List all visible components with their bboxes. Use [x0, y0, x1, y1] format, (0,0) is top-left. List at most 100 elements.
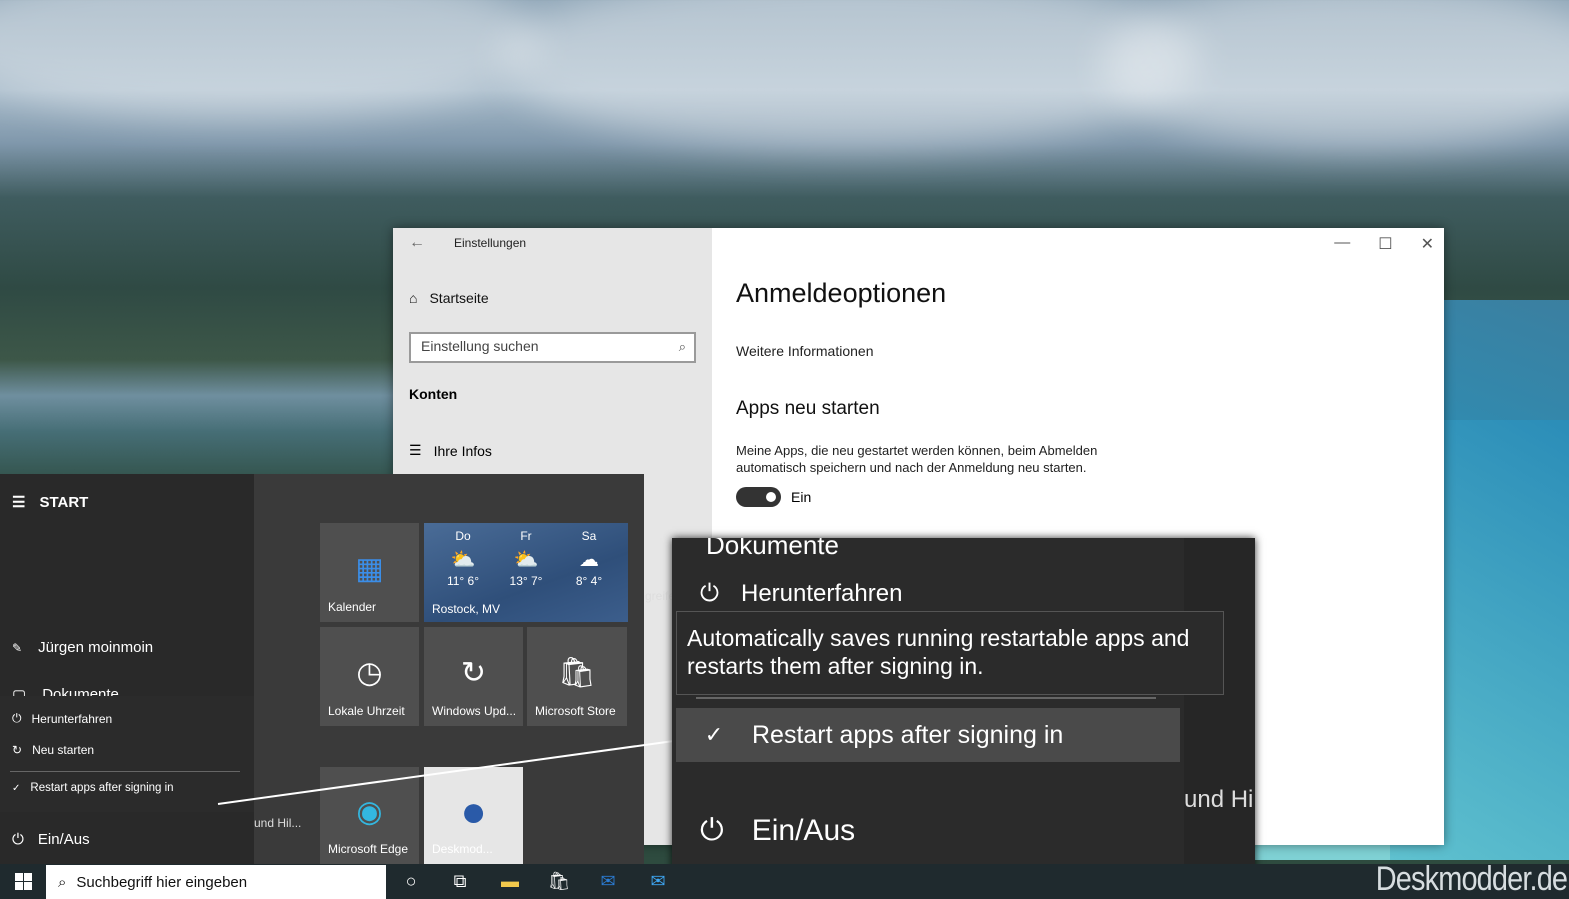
- checkmark-icon: ✓: [12, 782, 21, 794]
- nav-item-your-info[interactable]: ☰ Ihre Infos: [409, 442, 492, 459]
- checkmark-icon: ✓: [704, 722, 724, 747]
- clipped-text: und Hi: [1184, 786, 1254, 813]
- zoom-background: [1184, 538, 1255, 884]
- user-account[interactable]: ✎ Jürgen moinmoin: [12, 639, 153, 656]
- tile-deskmodder[interactable]: ● Deskmod...: [424, 767, 523, 864]
- zoom-documents-label: Dokumente: [706, 538, 839, 560]
- zoom-restart-apps-label: Restart apps after signing in: [752, 720, 1064, 749]
- user-name: Jürgen moinmoin: [38, 639, 154, 656]
- taskbar-search-placeholder: Suchbegriff hier eingeben: [76, 873, 248, 891]
- clipped-text: greife: [645, 589, 676, 603]
- refresh-icon: ↻: [460, 656, 487, 690]
- tile-edge[interactable]: ◉ Microsoft Edge: [320, 767, 419, 864]
- snow-cloud-icon: ☁: [579, 549, 599, 571]
- weather-day: Fr ⛅ 13° 7°: [501, 529, 551, 588]
- globe-clock-icon: ◷: [356, 656, 383, 690]
- tile-microsoft-store[interactable]: 🛍 Microsoft Store: [527, 627, 627, 726]
- start-header[interactable]: ☰ START: [12, 493, 89, 512]
- power-button[interactable]: ⏻ Ein/Aus: [12, 831, 90, 848]
- thunderbird-icon: ●: [460, 786, 487, 836]
- store-icon[interactable]: 🛍: [546, 869, 572, 893]
- start-menu: ☰ START ✎ Jürgen moinmoin ▢ Dokumente ⏻ …: [0, 474, 675, 864]
- calendar-icon: ▦: [355, 552, 384, 586]
- store-bag-icon: 🛍: [557, 656, 597, 690]
- hamburger-icon: ☰: [12, 494, 26, 511]
- restart-icon: ↻: [12, 743, 23, 757]
- back-arrow-icon[interactable]: ←: [409, 234, 425, 252]
- cloud: [1100, 0, 1569, 150]
- outlook-icon[interactable]: ✉: [595, 869, 621, 893]
- cortana-icon[interactable]: ○: [398, 869, 424, 893]
- tile-label: Microsoft Store: [535, 704, 616, 718]
- zoom-callout: Dokumente ⏻ Herunterfahren Automatically…: [672, 538, 1255, 884]
- weather-temp: 8° 4°: [575, 574, 603, 588]
- zoom-power-label: Ein/Aus: [751, 814, 856, 847]
- power-menu-restart-apps[interactable]: ✓ Restart apps after signing in: [12, 782, 174, 794]
- tile-label: Lokale Uhrzeit: [328, 704, 405, 718]
- zoom-restart-apps-item[interactable]: ✓ Restart apps after signing in: [676, 708, 1180, 762]
- power-label: Ein/Aus: [37, 831, 90, 848]
- cloud: [0, 0, 540, 120]
- setting-description: Meine Apps, die neu gestartet werden kön…: [736, 443, 1098, 475]
- power-icon: ⏻: [700, 580, 719, 607]
- weather-temp: 13° 7°: [509, 574, 543, 588]
- restart-apps-toggle[interactable]: [736, 487, 781, 507]
- taskbar-search-input[interactable]: ⌕ Suchbegriff hier eingeben: [46, 865, 386, 899]
- power-menu-shutdown[interactable]: ⏻ Herunterfahren: [12, 711, 112, 726]
- partly-cloudy-icon: ⛅: [513, 549, 539, 571]
- weather-day-label: Fr: [520, 529, 532, 543]
- tile-label: Windows Upd...: [432, 704, 517, 718]
- power-menu: ⏻ Herunterfahren ↻ Neu starten ✓ Restart…: [0, 696, 254, 812]
- settings-search-placeholder: Einstellung suchen: [421, 338, 539, 354]
- power-menu-restart[interactable]: ↻ Neu starten: [12, 743, 94, 757]
- search-icon: ⌕: [678, 339, 686, 354]
- task-view-icon[interactable]: ⧉: [447, 869, 473, 893]
- zoom-shutdown-label: Herunterfahren: [740, 580, 903, 607]
- windows-start-button[interactable]: [0, 864, 46, 899]
- home-icon: ⌂: [409, 290, 418, 306]
- file-explorer-icon[interactable]: ▬: [497, 869, 523, 893]
- nav-item-label: Ihre Infos: [433, 442, 492, 459]
- partly-cloudy-icon: ⛅: [450, 549, 476, 571]
- power-icon: ⏻: [12, 831, 24, 848]
- tile-weather[interactable]: Do ⛅ 11° 6° Fr ⛅ 13° 7° Sa ☁ 8° 4° Rosto…: [424, 523, 628, 622]
- restart-apps-toggle-row: Ein: [736, 487, 811, 507]
- shutdown-label: Herunterfahren: [31, 711, 113, 726]
- start-title: START: [39, 493, 89, 511]
- search-icon: ⌕: [58, 873, 67, 891]
- start-left-column: ☰ START ✎ Jürgen moinmoin ▢ Dokumente ⏻ …: [0, 474, 254, 864]
- tile-label: Kalender: [328, 600, 377, 614]
- user-avatar-icon: ✎: [12, 640, 23, 655]
- nav-home-label: Startseite: [429, 290, 489, 306]
- settings-search-input[interactable]: Einstellung suchen ⌕: [409, 332, 696, 363]
- clipped-text: und Hil...: [254, 816, 302, 830]
- weather-day-label: Do: [455, 529, 471, 543]
- more-info-link[interactable]: Weitere Informationen: [736, 343, 873, 359]
- menu-divider: [10, 771, 240, 772]
- tile-windows-update[interactable]: ↻ Windows Upd...: [424, 627, 523, 726]
- cloud: [500, 0, 1200, 150]
- weather-temp: 11° 6°: [446, 574, 480, 588]
- window-title: Einstellungen: [454, 236, 527, 250]
- zoom-shutdown-item[interactable]: ⏻ Herunterfahren: [700, 580, 902, 608]
- page-title: Anmeldeoptionen: [736, 278, 947, 308]
- taskbar: ⌕ Suchbegriff hier eingeben ○ ⧉ ▬ 🛍 ✉ ✉: [0, 864, 1569, 899]
- section-heading: Apps neu starten: [736, 398, 880, 419]
- restart-label: Neu starten: [32, 743, 95, 757]
- edge-icon: ◉: [356, 795, 383, 829]
- mail-icon[interactable]: ✉: [645, 869, 671, 893]
- tile-clock[interactable]: ◷ Lokale Uhrzeit: [320, 627, 419, 726]
- restart-apps-label: Restart apps after signing in: [30, 782, 174, 794]
- tile-calendar[interactable]: ▦ Kalender: [320, 523, 419, 622]
- weather-day-label: Sa: [581, 529, 597, 543]
- weather-day: Do ⛅ 11° 6°: [438, 529, 488, 588]
- zoom-power-button[interactable]: ⏻ Ein/Aus: [700, 814, 855, 848]
- windows-logo-icon: [14, 873, 32, 890]
- weather-day: Sa ☁ 8° 4°: [564, 529, 614, 588]
- nav-home[interactable]: ⌂ Startseite: [409, 290, 489, 306]
- tile-label: Microsoft Edge: [328, 842, 409, 856]
- power-icon: ⏻: [12, 711, 22, 725]
- person-list-icon: ☰: [409, 442, 422, 458]
- watermark-logo: Deskmodder.de: [1375, 860, 1568, 898]
- tooltip: Automatically saves running restartable …: [676, 611, 1224, 695]
